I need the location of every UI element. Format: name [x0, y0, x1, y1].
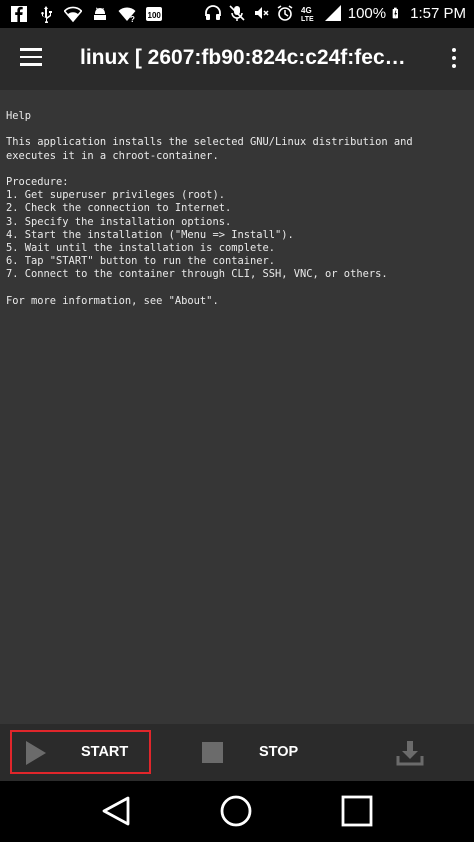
facebook-icon — [11, 6, 27, 23]
start-button[interactable]: START — [10, 724, 154, 781]
lte-icon: 4GLTE — [301, 6, 314, 22]
wifi-icon — [64, 6, 82, 23]
status-bar: ? 100 4G LTE 100% 1:57 PM — [0, 0, 474, 28]
no-sound-icon — [254, 7, 269, 19]
battery-percent: 100% — [347, 4, 387, 22]
app-bar: linux [ 2607:fb90:824c:c24f:fec… — [0, 28, 474, 90]
svg-text:LTE: LTE — [301, 16, 314, 22]
help-panel: Help This application installs the selec… — [0, 90, 474, 724]
navigation-bar — [0, 781, 474, 842]
signal-icon — [324, 5, 341, 21]
mute-icon — [229, 5, 245, 21]
svg-text:?: ? — [130, 15, 135, 23]
play-icon — [26, 741, 46, 765]
more-vert-icon[interactable] — [450, 48, 458, 70]
alarm-icon — [277, 5, 293, 21]
home-icon — [220, 795, 252, 827]
svg-text:4G: 4G — [301, 6, 312, 15]
stop-button[interactable]: STOP — [190, 724, 320, 781]
help-text: Help This application installs the selec… — [6, 110, 413, 307]
app-title: linux [ 2607:fb90:824c:c24f:fec… — [80, 46, 406, 69]
download-button[interactable] — [384, 724, 444, 781]
status-left-icons: ? 100 — [10, 5, 163, 23]
wifi-question-icon: ? — [118, 7, 136, 23]
recents-icon — [341, 795, 373, 827]
stop-label: STOP — [259, 744, 299, 760]
start-label: START — [81, 744, 129, 760]
recents-button[interactable] — [335, 793, 379, 833]
control-toolbar: START STOP — [0, 724, 474, 781]
usb-icon — [41, 6, 52, 23]
status-right-icons: 4G LTE 100% 1:57 PM — [204, 4, 466, 22]
home-button[interactable] — [214, 793, 258, 833]
back-button[interactable] — [96, 793, 140, 833]
download-icon — [396, 741, 424, 766]
android-icon — [94, 7, 106, 20]
clock: 1:57 PM — [410, 4, 466, 22]
battery-icon — [392, 7, 399, 19]
headphones-icon — [204, 5, 221, 20]
back-icon — [102, 796, 130, 826]
svg-text:100: 100 — [148, 11, 162, 20]
stop-icon — [202, 742, 223, 763]
hamburger-menu-icon[interactable] — [20, 48, 42, 66]
badge-100-icon: 100 — [146, 7, 162, 21]
